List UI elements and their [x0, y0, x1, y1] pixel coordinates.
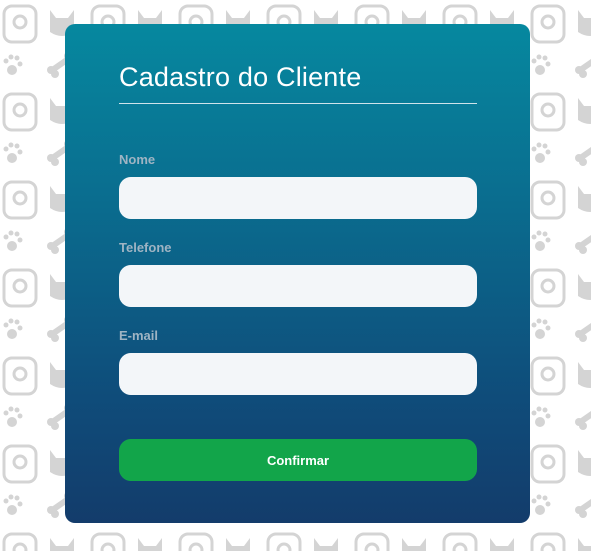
phone-input[interactable] [119, 265, 477, 307]
email-label: E-mail [119, 328, 159, 343]
email-input[interactable] [119, 353, 477, 395]
form-title: Cadastro do Cliente [119, 62, 362, 92]
name-label: Nome [119, 152, 156, 167]
phone-label: Telefone [119, 240, 172, 255]
name-input[interactable] [119, 177, 477, 219]
confirm-button[interactable]: Confirmar [119, 439, 477, 481]
customer-registration-card: Cadastro do Cliente Nome Telefone E-mail… [65, 24, 530, 523]
title-divider [119, 103, 477, 104]
